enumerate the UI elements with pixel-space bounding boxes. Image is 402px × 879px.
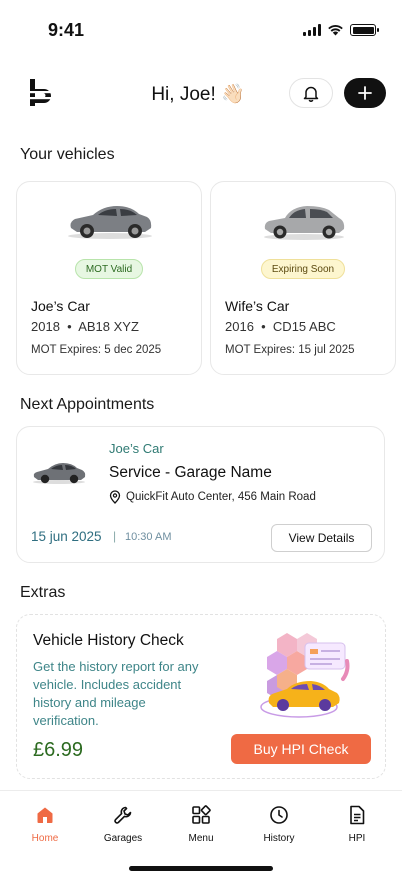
vehicle-name: Joe’s Car	[31, 298, 90, 314]
appointment-service: Service - Garage Name	[109, 464, 272, 481]
wrench-icon	[114, 806, 132, 824]
hpi-check-description: Get the history report for any vehicle. …	[33, 659, 199, 728]
status-time: 9:41	[48, 20, 85, 40]
document-icon	[350, 805, 365, 825]
vehicles-section-title: Your vehicles	[20, 146, 115, 163]
car-image	[264, 206, 345, 240]
appointment-time: 10:30 AM	[125, 531, 172, 543]
location-pin-icon	[109, 490, 121, 504]
clock-icon	[270, 806, 288, 824]
vehicle-report-illustration	[260, 633, 350, 718]
grid-icon	[192, 805, 211, 824]
add-button[interactable]	[344, 78, 386, 108]
plus-icon	[358, 86, 372, 100]
hpi-check-price: £6.99	[33, 739, 84, 761]
appointments-section-title: Next Appointments	[20, 396, 155, 413]
appointment-date: 15 jun 2025	[31, 529, 102, 544]
header: Hi, Joe! 👋🏻	[0, 72, 402, 114]
nav-label: HPI	[348, 833, 366, 844]
battery-icon	[350, 24, 379, 36]
mot-status-badge: Expiring Soon	[260, 259, 346, 279]
nav-label: Menu	[188, 833, 214, 844]
appointment-car-name: Joe’s Car	[109, 441, 164, 456]
greeting-text: Hi, Joe! 👋🏻	[151, 84, 245, 105]
nav-label: Home	[31, 833, 59, 844]
hpi-check-title: Vehicle History Check	[33, 632, 184, 649]
mot-expiry: MOT Expires: 15 jul 2025	[225, 344, 355, 356]
vehicle-card[interactable]: Expiring Soon Wife’s Car 2016 • CD15 ABC…	[210, 181, 396, 375]
car-image	[68, 206, 152, 239]
nav-label: History	[263, 833, 295, 844]
status-bar: 9:41	[0, 0, 402, 60]
wifi-icon	[328, 24, 343, 36]
view-details-button[interactable]: View Details	[271, 524, 372, 552]
nav-item-home[interactable]: Home	[5, 803, 85, 844]
appointment-card[interactable]: Joe’s Car Service - Garage Name QuickFit…	[16, 426, 385, 563]
home-indicator	[129, 866, 273, 871]
vehicle-name: Wife’s Car	[225, 298, 290, 314]
date-time-separator: |	[113, 529, 117, 543]
hpi-check-card: Vehicle History Check Get the history re…	[16, 614, 386, 779]
signal-icon	[303, 24, 321, 36]
status-icons	[303, 24, 379, 36]
vehicle-year-plate: 2018 • AB18 XYZ	[31, 319, 139, 334]
nav-item-garages[interactable]: Garages	[83, 803, 163, 844]
mot-expiry: MOT Expires: 5 dec 2025	[31, 344, 162, 356]
appointment-address: QuickFit Auto Center, 456 Main Road	[109, 490, 316, 504]
appointment-address-text: QuickFit Auto Center, 456 Main Road	[126, 491, 316, 503]
nav-item-menu[interactable]: Menu	[161, 803, 241, 844]
vehicle-year-plate: 2016 • CD15 ABC	[225, 319, 336, 334]
vehicle-card[interactable]: MOT Valid Joe’s Car 2018 • AB18 XYZ MOT …	[16, 181, 202, 375]
buy-hpi-check-button[interactable]: Buy HPI Check	[231, 734, 371, 764]
mot-status-badge: MOT Valid	[74, 259, 144, 279]
car-image	[33, 463, 86, 484]
notifications-button[interactable]	[289, 78, 333, 108]
home-icon	[37, 807, 53, 823]
nav-label: Garages	[103, 833, 143, 844]
nav-item-history[interactable]: History	[239, 803, 319, 844]
nav-item-hpi[interactable]: HPI	[317, 803, 397, 844]
extras-section-title: Extras	[20, 584, 66, 601]
bell-icon	[303, 86, 319, 102]
